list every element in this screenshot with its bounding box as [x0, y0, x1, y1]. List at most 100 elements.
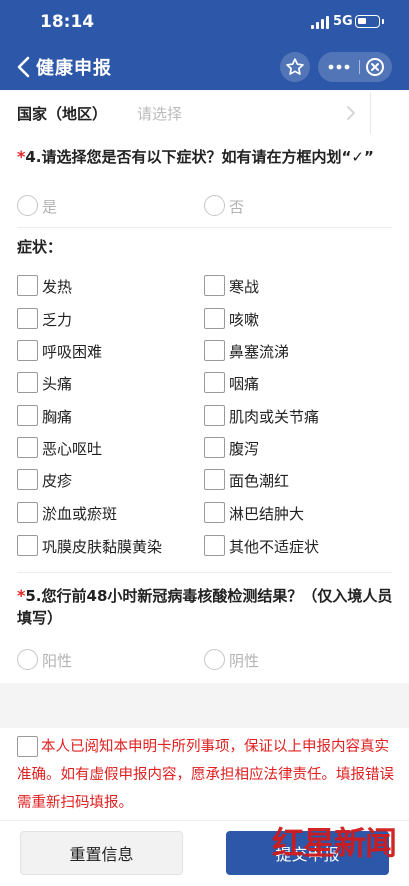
- checkbox-box: [17, 469, 38, 490]
- checkbox-box: [17, 405, 38, 426]
- symptom-label: 皮疹: [42, 472, 73, 490]
- close-button[interactable]: [364, 56, 386, 78]
- symptom-checkbox[interactable]: 淤血或瘀斑: [17, 501, 187, 525]
- symptom-checkbox[interactable]: 恶心呕吐: [17, 436, 187, 460]
- favorite-button[interactable]: [280, 52, 310, 82]
- symptom-checkbox[interactable]: 鼻塞流涕: [204, 339, 384, 363]
- chevron-right-icon: [347, 106, 355, 120]
- country-row: 国家（地区） 请选择: [0, 92, 409, 134]
- symptom-checkbox[interactable]: 皮疹: [17, 468, 187, 492]
- symptom-checkbox[interactable]: 发热: [17, 274, 187, 298]
- agreement-text: 本人已阅知本申明卡所列事项，保证以上申报内容真实准确。如有虚假申报内容，愿承担相…: [17, 739, 394, 811]
- battery-icon: [355, 15, 384, 28]
- radio-circle: [17, 195, 38, 216]
- radio-circle: [204, 195, 225, 216]
- chevron-left-icon: [17, 56, 30, 78]
- status-time: 18:14: [40, 12, 95, 32]
- checkbox-box: [204, 405, 225, 426]
- symptom-label: 头痛: [42, 375, 73, 393]
- reset-button[interactable]: 重置信息: [20, 831, 183, 875]
- watermark-text: 红星新闻: [272, 824, 397, 862]
- back-button[interactable]: [14, 54, 36, 80]
- radio-negative[interactable]: 阴性: [204, 648, 284, 672]
- symptom-label: 发热: [42, 278, 73, 296]
- symptom-checkbox[interactable]: 其他不适症状: [204, 534, 384, 558]
- symptom-label: 恶心呕吐: [42, 440, 103, 458]
- question-4-title: *4.请选择您是否有以下症状？如有请在方框内划“✓”: [17, 146, 402, 168]
- symptom-label: 巩膜皮肤黏膜黄染: [42, 538, 163, 556]
- symptom-checkbox[interactable]: 巩膜皮肤黏膜黄染: [17, 534, 187, 558]
- divider: [17, 572, 392, 573]
- checkbox-box: [204, 437, 225, 458]
- symptom-checkbox[interactable]: 淋巴结肿大: [204, 501, 384, 525]
- symptom-label: 淋巴结肿大: [229, 505, 305, 523]
- country-select[interactable]: 请选择: [120, 92, 370, 134]
- symptom-checkbox[interactable]: 寒战: [204, 274, 384, 298]
- question-5-title: *5.您行前48小时新冠病毒核酸检测结果？（仅入境人员填写）: [17, 585, 397, 629]
- symptom-label: 面色潮红: [229, 472, 290, 490]
- symptom-checkbox[interactable]: 头痛: [17, 371, 187, 395]
- country-placeholder: 请选择: [137, 105, 183, 123]
- symptom-label: 腹泻: [229, 440, 260, 458]
- country-label: 国家（地区）: [17, 105, 108, 123]
- checkbox-box: [204, 340, 225, 361]
- more-button[interactable]: [324, 52, 354, 82]
- checkbox-box: [204, 469, 225, 490]
- radio-label: 是: [42, 198, 58, 216]
- symptom-checkbox[interactable]: 胸痛: [17, 404, 187, 428]
- checkbox-box: [17, 340, 38, 361]
- symptom-label: 寒战: [229, 278, 260, 296]
- radio-label: 否: [229, 198, 245, 216]
- section-spacer: [0, 683, 409, 728]
- close-circle-icon: [366, 58, 384, 76]
- symptom-label: 其他不适症状: [229, 538, 320, 556]
- symptom-label: 咳嗽: [229, 311, 260, 329]
- radio-circle: [204, 649, 225, 670]
- radio-yes[interactable]: 是: [17, 194, 77, 218]
- checkbox-box: [17, 308, 38, 329]
- checkbox-box: [17, 275, 38, 296]
- symptom-label: 胸痛: [42, 408, 73, 426]
- symptom-label: 乏力: [42, 311, 73, 329]
- radio-circle: [17, 649, 38, 670]
- divider: [370, 92, 371, 134]
- question-4-text: 4.请选择您是否有以下症状？如有请在方框内划“✓”: [25, 148, 374, 166]
- agreement-checkbox[interactable]: [17, 736, 38, 757]
- symptom-checkbox[interactable]: 腹泻: [204, 436, 384, 460]
- symptom-checkbox[interactable]: 呼吸困难: [17, 339, 187, 363]
- question-5-text: 5.您行前48小时新冠病毒核酸检测结果？（仅入境人员填写）: [17, 587, 393, 627]
- checkbox-box: [204, 308, 225, 329]
- symptom-label: 淤血或瘀斑: [42, 505, 118, 523]
- checkbox-box: [204, 535, 225, 556]
- symptom-label: 肌肉或关节痛: [229, 408, 320, 426]
- page-title: 健康申报: [36, 58, 112, 79]
- symptom-checkbox[interactable]: 面色潮红: [204, 468, 384, 492]
- checkbox-box: [204, 372, 225, 393]
- symptoms-heading: 症状：: [17, 238, 63, 256]
- status-bar: 18:14 5G: [0, 0, 409, 44]
- checkbox-box: [17, 437, 38, 458]
- more-icon: [328, 64, 350, 70]
- mini-program-capsule: [318, 52, 392, 82]
- signal-icon: [311, 16, 329, 29]
- star-icon: [286, 58, 304, 75]
- radio-no[interactable]: 否: [204, 194, 264, 218]
- radio-label: 阴性: [229, 652, 260, 670]
- checkbox-box: [17, 372, 38, 393]
- symptom-checkbox[interactable]: 乏力: [17, 307, 187, 331]
- radio-label: 阳性: [42, 652, 73, 670]
- checkbox-box: [17, 502, 38, 523]
- checkbox-box: [204, 275, 225, 296]
- radio-positive[interactable]: 阳性: [17, 648, 97, 672]
- checkbox-box: [17, 535, 38, 556]
- divider: [17, 227, 392, 228]
- symptom-label: 咽痛: [229, 375, 260, 393]
- symptom-checkbox[interactable]: 咳嗽: [204, 307, 384, 331]
- symptom-label: 呼吸困难: [42, 343, 103, 361]
- app-header: 18:14 5G 健康申报: [0, 0, 409, 90]
- checkbox-box: [204, 502, 225, 523]
- symptom-checkbox[interactable]: 咽痛: [204, 371, 384, 395]
- capsule-divider: [359, 60, 360, 74]
- symptom-checkbox[interactable]: 肌肉或关节痛: [204, 404, 384, 428]
- network-type: 5G: [333, 14, 353, 29]
